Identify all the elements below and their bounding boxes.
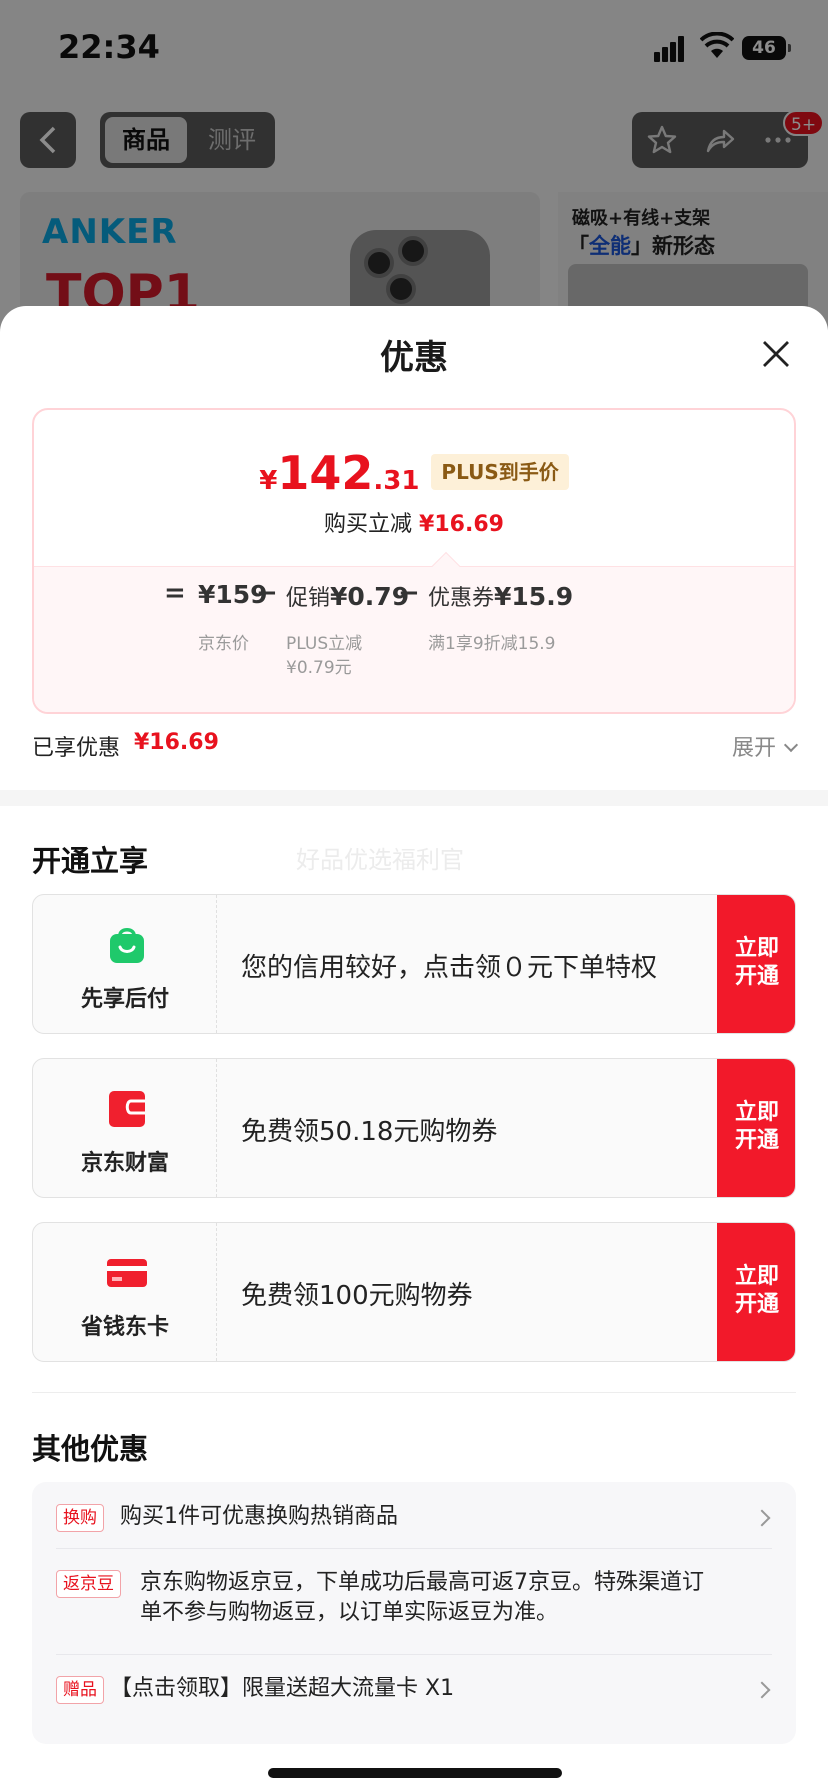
item-text: 【点击领取】限量送超大流量卡 X1 — [110, 1676, 455, 1701]
service-card-saving-card[interactable]: 省钱东卡 免费领100元购物券 立即 开通 — [32, 1222, 796, 1362]
home-indicator[interactable] — [268, 1768, 562, 1778]
enjoyed-label: 已享优惠 — [32, 736, 121, 761]
service-desc: 您的信用较好，点击领０元下单特权 — [241, 953, 658, 983]
item-text: 购买1件可优惠换购热销商品 — [120, 1504, 398, 1529]
sheet-title: 优惠 — [380, 338, 448, 378]
wallet-icon — [109, 1091, 145, 1127]
open-now-button[interactable]: 立即 开通 — [717, 895, 795, 1033]
coupon-discount-detail: 满1享9折减15.9 — [428, 634, 556, 654]
service-name: 先享后付 — [80, 987, 169, 1012]
other-section-title: 其他优惠 — [32, 1432, 149, 1466]
watermark: 好品优选福利官 — [296, 846, 464, 874]
enjoyed-discount-row: 已享优惠 ¥16.69 展开 — [32, 730, 799, 764]
open-now-button[interactable]: 立即 开通 — [717, 1059, 795, 1197]
final-price: ¥142.31 PLUS到手价 — [34, 446, 794, 500]
list-item-trade-in[interactable]: 换购 购买1件可优惠换购热销商品 — [56, 1504, 772, 1534]
base-price-label: 京东价 — [198, 634, 249, 654]
open-section-title: 开通立享 — [32, 844, 149, 878]
price-summary-card: ¥142.31 PLUS到手价 购买立减 ¥16.69 = ¥159 京东价 − … — [32, 408, 796, 714]
chevron-right-icon — [753, 1681, 771, 1699]
coupon-discount: 优惠券¥15.9 — [428, 582, 574, 611]
minus-sign: − — [256, 578, 278, 608]
service-name: 京东财富 — [80, 1151, 169, 1176]
chevron-right-icon — [753, 1509, 771, 1527]
other-discounts-list: 换购 购买1件可优惠换购热销商品 返京豆 京东购物返京豆，下单成功后最高可返7京… — [32, 1482, 796, 1744]
open-now-button[interactable]: 立即 开通 — [717, 1223, 795, 1361]
tag-gift: 赠品 — [56, 1676, 104, 1704]
service-card-jd-finance[interactable]: 京东财富 免费领50.18元购物券 立即 开通 — [32, 1058, 796, 1198]
service-card-pay-later[interactable]: 先享后付 您的信用较好，点击领０元下单特权 立即 开通 — [32, 894, 796, 1034]
tag-trade-in: 换购 — [56, 1504, 104, 1532]
discount-sheet: 优惠 ¥142.31 PLUS到手价 购买立减 ¥16.69 = ¥159 京东价… — [0, 306, 828, 1792]
tag-jd-beans: 返京豆 — [56, 1570, 121, 1598]
service-desc: 免费领50.18元购物券 — [241, 1117, 498, 1147]
plus-price-tag: PLUS到手价 — [431, 454, 569, 490]
equals-sign: = — [164, 578, 186, 608]
enjoyed-value: ¥16.69 — [134, 730, 219, 755]
promo-discount: 促销¥0.79 — [286, 582, 410, 611]
minus-sign: − — [398, 578, 420, 608]
expand-button[interactable]: 展开 — [732, 730, 799, 762]
section-divider — [0, 790, 828, 806]
reduce-summary: 购买立减 ¥16.69 — [324, 512, 504, 537]
list-item-jd-beans: 返京豆 京东购物返京豆，下单成功后最高可返7京豆。特殊渠道订 单不参与购物返豆，以… — [56, 1570, 772, 1634]
shopping-bag-icon — [110, 928, 144, 963]
promo-discount-detail: PLUS立减 ¥0.79元 — [286, 634, 363, 678]
modal-overlay[interactable] — [0, 0, 828, 330]
list-item-gift[interactable]: 赠品 【点击领取】限量送超大流量卡 X1 — [56, 1676, 772, 1706]
service-desc: 免费领100元购物券 — [241, 1281, 473, 1311]
close-icon[interactable] — [758, 336, 794, 372]
background-page: 22:34 46 商品 测评 5+ ANKER TOP1 磁吸+有线+支架 「全… — [0, 0, 828, 334]
card-icon — [107, 1259, 147, 1287]
service-name: 省钱东卡 — [80, 1315, 169, 1340]
item-text: 京东购物返京豆，下单成功后最高可返7京豆。特殊渠道订 单不参与购物返豆，以订单实际… — [140, 1570, 704, 1625]
chevron-down-icon — [783, 737, 799, 753]
divider — [32, 1392, 796, 1393]
